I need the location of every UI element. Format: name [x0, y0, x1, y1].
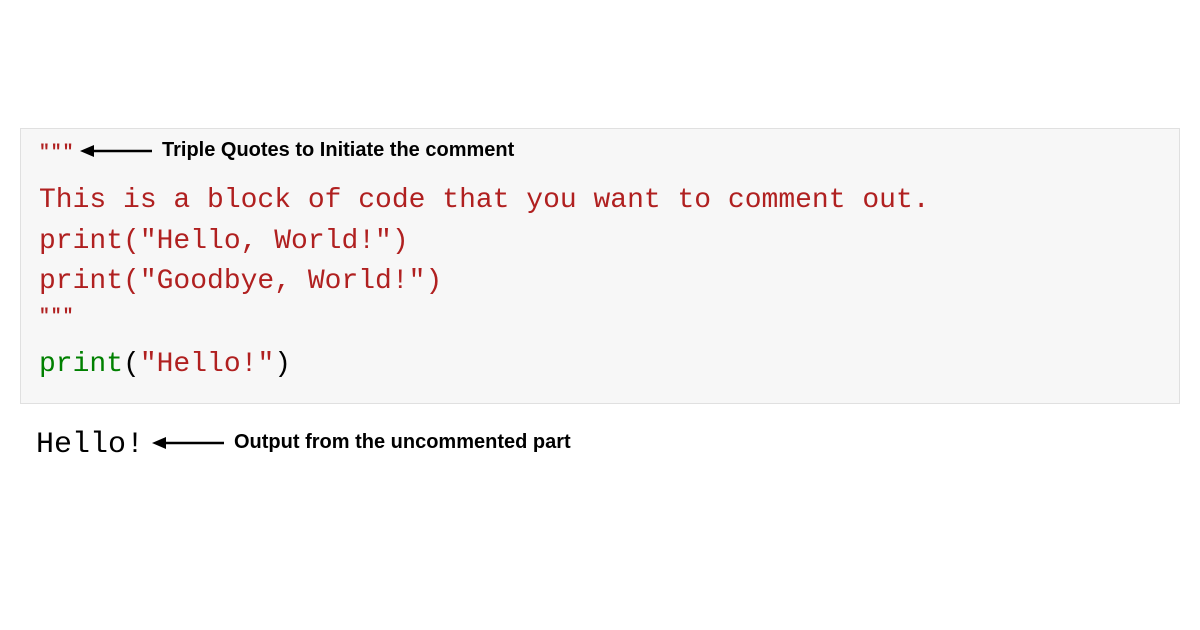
triple-quote-close: """ — [39, 307, 1161, 327]
comment-line-print-goodbye: print("Goodbye, World!") — [39, 262, 1161, 303]
close-paren: ) — [274, 349, 291, 380]
string-literal: "Hello!" — [140, 349, 274, 380]
comment-line-print-hello: print("Hello, World!") — [39, 222, 1161, 263]
comment-line-1: This is a block of code that you want to… — [39, 181, 1161, 222]
annotation-bottom: Output from the uncommented part — [152, 431, 571, 454]
annotation-top: Triple Quotes to Initiate the comment — [80, 139, 514, 162]
arrow-left-icon — [80, 142, 154, 160]
code-block-container: """ This is a block of code that you wan… — [20, 128, 1180, 404]
annotation-top-label: Triple Quotes to Initiate the comment — [162, 139, 514, 162]
triple-quote-open: """ — [39, 143, 74, 163]
active-print-line: print("Hello!") — [39, 345, 1161, 386]
print-function-name: print — [39, 349, 123, 380]
output-block: Hello! — [36, 428, 144, 462]
open-paren: ( — [123, 349, 140, 380]
output-text: Hello! — [36, 428, 144, 462]
annotation-bottom-label: Output from the uncommented part — [234, 431, 571, 454]
arrow-left-icon — [152, 434, 226, 452]
